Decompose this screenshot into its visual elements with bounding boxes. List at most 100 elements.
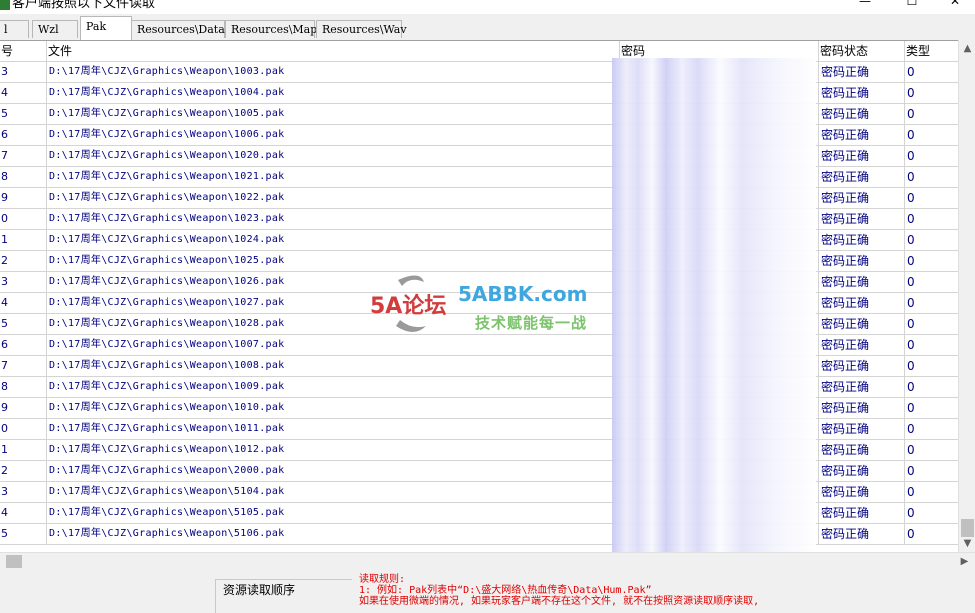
table-row[interactable]: 2 D:\17周年\CJZ\Graphics\Weapon\1025.pak 密码正… [0, 251, 958, 272]
table-row[interactable]: 8 D:\17周年\CJZ\Graphics\Weapon\1021.pak 密码正… [0, 167, 958, 188]
password-blur [620, 526, 818, 543]
tab-pak[interactable]: Pak [80, 16, 132, 40]
tab-resources-wav[interactable]: Resources\Wav [316, 20, 407, 38]
app-icon [0, 0, 10, 10]
vertical-scrollbar[interactable]: ▲ ▼ [958, 40, 975, 552]
row-password [620, 83, 819, 103]
password-blur [620, 505, 818, 522]
resource-order-panel[interactable]: 资源读取顺序 [215, 579, 352, 613]
row-file-path: D:\17周年\CJZ\Graphics\Weapon\1004.pak [47, 83, 620, 103]
table-row[interactable]: 0 D:\17周年\CJZ\Graphics\Weapon\1011.pak 密码正… [0, 419, 958, 440]
row-file-path: D:\17周年\CJZ\Graphics\Weapon\1003.pak [47, 62, 620, 82]
title-bar: 客户端按照以下文件读取 — ☐ ✕ [0, 0, 975, 14]
row-file-path: D:\17周年\CJZ\Graphics\Weapon\1021.pak [47, 167, 620, 187]
row-type: 0 [907, 317, 915, 331]
password-blur [620, 274, 818, 291]
header-file[interactable]: 文件 [47, 41, 620, 61]
row-password [620, 125, 819, 145]
file-table[interactable]: 号 文件 密码 密码状态 类型 3 D:\17周年\CJZ\Graphics\We… [0, 40, 958, 553]
table-row[interactable]: 9 D:\17周年\CJZ\Graphics\Weapon\1022.pak 密码正… [0, 188, 958, 209]
table-row[interactable]: 9 D:\17周年\CJZ\Graphics\Weapon\1010.pak 密码正… [0, 398, 958, 419]
tab-l[interactable]: l [0, 20, 29, 38]
bottom-panel: 资源读取顺序 读取规则: 1: 例如: Pak列表中“D:\盛大网络\热血传奇\… [0, 569, 975, 613]
scroll-down-icon[interactable]: ▼ [959, 535, 975, 552]
row-password [620, 167, 819, 187]
password-blur [620, 442, 818, 459]
password-blur [620, 421, 818, 438]
row-type: 0 [907, 149, 915, 163]
row-type: 0 [907, 296, 915, 310]
table-row[interactable]: 7 D:\17周年\CJZ\Graphics\Weapon\1020.pak 密码正… [0, 146, 958, 167]
row-password-status: 密码正确 [819, 167, 905, 187]
table-row[interactable]: 7 D:\17周年\CJZ\Graphics\Weapon\1008.pak 密码正… [0, 356, 958, 377]
password-blur [620, 169, 818, 186]
row-number: 3 [0, 272, 47, 292]
password-blur [620, 484, 818, 501]
row-number: 5 [0, 104, 47, 124]
password-blur [620, 106, 818, 123]
table-row[interactable]: 4 D:\17周年\CJZ\Graphics\Weapon\5105.pak 密码正… [0, 503, 958, 524]
table-row[interactable]: 3 D:\17周年\CJZ\Graphics\Weapon\1026.pak 密码正… [0, 272, 958, 293]
row-type: 0 [907, 170, 915, 184]
table-row[interactable]: 5 D:\17周年\CJZ\Graphics\Weapon\1005.pak 密码正… [0, 104, 958, 125]
row-password-status: 密码正确 [819, 398, 905, 418]
table-row[interactable]: 6 D:\17周年\CJZ\Graphics\Weapon\1007.pak 密码正… [0, 335, 958, 356]
row-number: 0 [0, 209, 47, 229]
password-blur [620, 337, 818, 354]
header-type[interactable]: 类型 [905, 41, 958, 61]
password-blur [620, 64, 818, 81]
row-type: 0 [907, 275, 915, 289]
scroll-up-icon[interactable]: ▲ [959, 40, 975, 57]
horizontal-scrollbar[interactable]: ▶ [0, 552, 975, 570]
row-number: 5 [0, 524, 47, 544]
tab-resources-map[interactable]: Resources\Map [225, 20, 317, 38]
row-password-status: 密码正确 [819, 104, 905, 124]
password-blur [620, 295, 818, 312]
row-password-status: 密码正确 [819, 440, 905, 460]
row-type: 0 [907, 254, 915, 268]
row-number: 8 [0, 377, 47, 397]
table-row[interactable]: 5 D:\17周年\CJZ\Graphics\Weapon\5106.pak 密码正… [0, 524, 958, 545]
row-type: 0 [907, 233, 915, 247]
password-blur [620, 148, 818, 165]
table-row[interactable]: 2 D:\17周年\CJZ\Graphics\Weapon\2000.pak 密码正… [0, 461, 958, 482]
scroll-right-icon[interactable]: ▶ [956, 553, 973, 570]
table-row[interactable]: 3 D:\17周年\CJZ\Graphics\Weapon\1003.pak 密码正… [0, 62, 958, 83]
password-blur [620, 400, 818, 417]
row-password [620, 503, 819, 523]
header-password-status[interactable]: 密码状态 [819, 41, 905, 61]
row-password-status: 密码正确 [819, 125, 905, 145]
row-password [620, 356, 819, 376]
row-file-path: D:\17周年\CJZ\Graphics\Weapon\1010.pak [47, 398, 620, 418]
table-row[interactable]: 4 D:\17周年\CJZ\Graphics\Weapon\1004.pak 密码正… [0, 83, 958, 104]
row-file-path: D:\17周年\CJZ\Graphics\Weapon\1009.pak [47, 377, 620, 397]
row-file-path: D:\17周年\CJZ\Graphics\Weapon\1024.pak [47, 230, 620, 250]
row-number: 0 [0, 419, 47, 439]
table-row[interactable]: 8 D:\17周年\CJZ\Graphics\Weapon\1009.pak 密码正… [0, 377, 958, 398]
table-row[interactable]: 5 D:\17周年\CJZ\Graphics\Weapon\1028.pak 密码正… [0, 314, 958, 335]
row-file-path: D:\17周年\CJZ\Graphics\Weapon\2000.pak [47, 461, 620, 481]
table-row[interactable]: 4 D:\17周年\CJZ\Graphics\Weapon\1027.pak 密码正… [0, 293, 958, 314]
header-no[interactable]: 号 [0, 41, 47, 61]
table-row[interactable]: 6 D:\17周年\CJZ\Graphics\Weapon\1006.pak 密码正… [0, 125, 958, 146]
horizontal-scroll-thumb[interactable] [6, 555, 22, 568]
password-blur [620, 232, 818, 249]
row-password [620, 419, 819, 439]
close-button[interactable]: ✕ [935, 0, 975, 12]
table-row[interactable]: 1 D:\17周年\CJZ\Graphics\Weapon\1012.pak 密码正… [0, 440, 958, 461]
table-row[interactable]: 3 D:\17周年\CJZ\Graphics\Weapon\5104.pak 密码正… [0, 482, 958, 503]
header-password[interactable]: 密码 [620, 41, 819, 61]
row-password [620, 188, 819, 208]
minimize-button[interactable]: — [845, 0, 885, 12]
row-file-path: D:\17周年\CJZ\Graphics\Weapon\1012.pak [47, 440, 620, 460]
table-row[interactable]: 1 D:\17周年\CJZ\Graphics\Weapon\1024.pak 密码正… [0, 230, 958, 251]
tab-wzl[interactable]: Wzl [32, 20, 78, 38]
row-type: 0 [907, 65, 915, 79]
tab-resources-data[interactable]: Resources\Data [131, 20, 225, 38]
maximize-button[interactable]: ☐ [892, 0, 932, 12]
row-file-path: D:\17周年\CJZ\Graphics\Weapon\1007.pak [47, 335, 620, 355]
row-password-status: 密码正确 [819, 146, 905, 166]
row-password-status: 密码正确 [819, 272, 905, 292]
row-password-status: 密码正确 [819, 188, 905, 208]
table-row[interactable]: 0 D:\17周年\CJZ\Graphics\Weapon\1023.pak 密码正… [0, 209, 958, 230]
